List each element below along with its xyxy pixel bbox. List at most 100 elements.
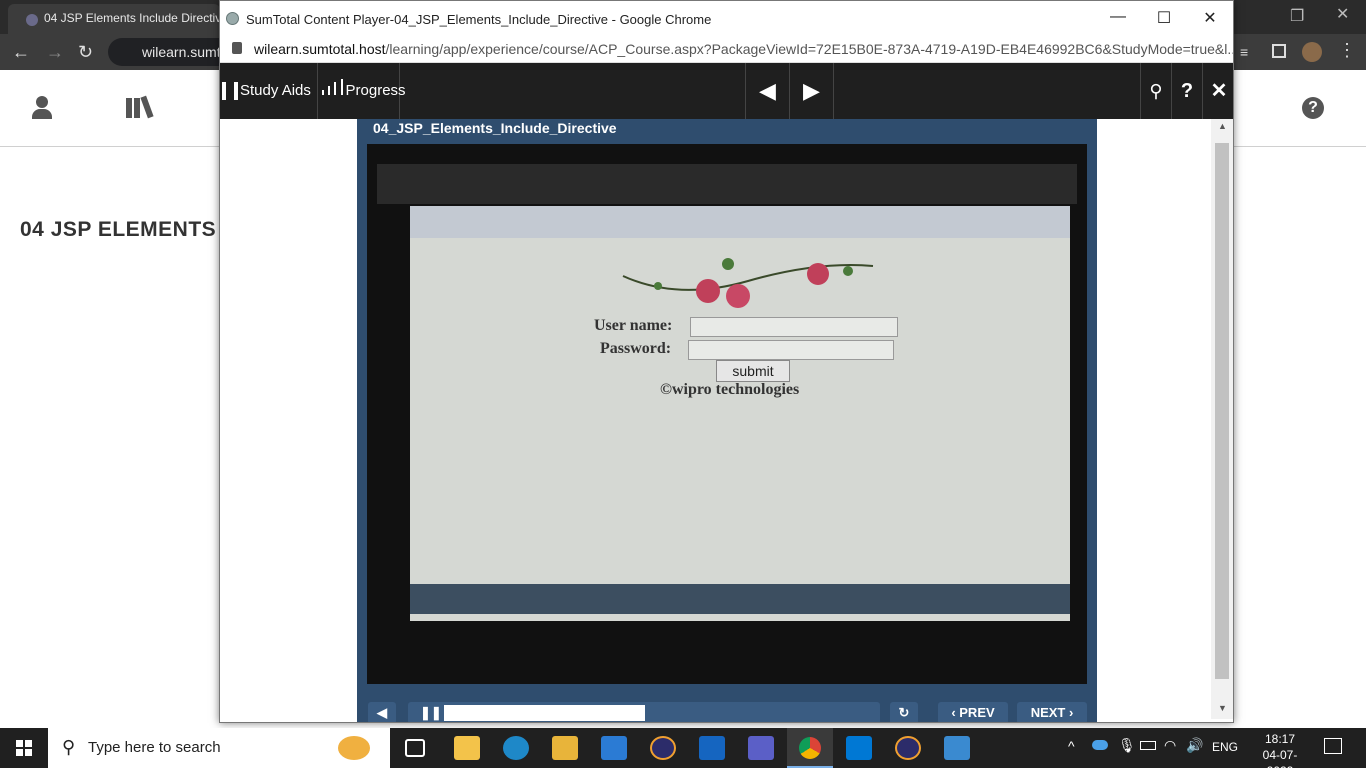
file-explorer-icon[interactable]	[552, 736, 578, 760]
close-icon: ✕	[1210, 80, 1228, 102]
system-clock[interactable]: 18:17 04-07-2022	[1254, 731, 1306, 779]
taskbar-search-placeholder: Type here to search	[88, 739, 221, 756]
clock-date: 04-07-2022	[1262, 748, 1298, 778]
sumtotal-favicon-icon	[226, 12, 239, 25]
onedrive-icon[interactable]	[1092, 740, 1108, 750]
search-highlight-icon	[338, 736, 370, 760]
pause-icon: ❚❚	[420, 705, 442, 720]
next-button[interactable]: NEXT ›	[1017, 702, 1087, 722]
content-player-window: SumTotal Content Player-04_JSP_Elements_…	[219, 0, 1234, 723]
menu-kebab-icon[interactable]: ⋮	[1338, 40, 1356, 61]
help-button[interactable]: ?	[1172, 63, 1203, 119]
study-aids-icon	[222, 82, 238, 101]
scroll-up-icon[interactable]: ▲	[1218, 121, 1227, 131]
reading-list-icon[interactable]: ≡	[1240, 44, 1248, 60]
edge-browser-icon[interactable]	[503, 736, 529, 760]
help-icon[interactable]: ?	[1302, 97, 1324, 119]
prev-button[interactable]: ‹ PREV	[938, 702, 1008, 722]
restore-icon[interactable]: ❐	[1290, 6, 1304, 26]
progress-label: Progress	[345, 82, 406, 99]
recorded-username-label: User name:	[594, 317, 673, 334]
search-button[interactable]: ⚲	[1140, 63, 1172, 119]
popup-address-bar[interactable]: wilearn.sumtotal.host/learning/app/exper…	[220, 35, 1234, 63]
seek-bar[interactable]: ❚❚	[408, 702, 880, 722]
triangle-left-icon: ◀	[759, 78, 776, 103]
clock-time: 18:17	[1264, 732, 1296, 746]
mail-icon[interactable]	[601, 736, 627, 760]
question-icon: ?	[1180, 80, 1194, 102]
maximize-icon[interactable]: ☐	[1154, 8, 1174, 28]
video-title: 04_JSP_Elements_Include_Directive	[373, 120, 617, 136]
vscode-icon[interactable]	[846, 736, 872, 760]
notifications-icon[interactable]	[1324, 738, 1342, 754]
eclipse-icon-2[interactable]	[895, 736, 921, 760]
close-icon[interactable]: ✕	[1336, 4, 1349, 24]
speaker-icon: ◀	[377, 705, 387, 720]
eclipse-icon[interactable]	[650, 736, 676, 760]
page-title: 04 JSP ELEMENTS II	[20, 218, 236, 241]
study-aids-button[interactable]: Study Aids	[220, 63, 318, 119]
reload-icon[interactable]: ↻	[78, 42, 93, 63]
recorded-username-field	[690, 317, 898, 337]
previous-arrow-button[interactable]: ◀	[745, 63, 790, 119]
scrollbar-thumb[interactable]	[1215, 143, 1229, 679]
url-path: /learning/app/experience/course/ACP_Cour…	[385, 41, 1234, 57]
windows-start-icon[interactable]	[16, 740, 32, 756]
popup-window-title: SumTotal Content Player-04_JSP_Elements_…	[246, 12, 712, 27]
player-toolbar: Study Aids Progress ◀ ▶ ⚲ ? ✕	[220, 63, 1233, 119]
forward-arrow-icon[interactable]: →	[46, 42, 64, 63]
progress-button[interactable]: Progress	[318, 63, 406, 119]
recorded-monitor: User name: Password: submit ©wipro techn…	[410, 206, 1070, 621]
floral-decoration-image	[622, 258, 874, 308]
recorded-browser-bar	[410, 206, 1070, 238]
outlook-icon[interactable]	[699, 736, 725, 760]
taskbar-search-box[interactable]: ⚲ Type here to search	[48, 728, 390, 768]
close-player-button[interactable]: ✕	[1203, 63, 1233, 119]
popup-titlebar: SumTotal Content Player-04_JSP_Elements_…	[220, 1, 1233, 35]
battery-icon[interactable]	[1140, 741, 1156, 750]
task-view-icon[interactable]	[405, 739, 425, 757]
recorded-copyright-text: ©wipro technologies	[660, 381, 800, 398]
background-window-controls[interactable]: ❐ ✕	[1240, 0, 1366, 34]
chrome-taskbar-button[interactable]	[787, 728, 833, 768]
video-dark-bezel	[377, 164, 1077, 204]
scroll-down-icon[interactable]: ▼	[1218, 703, 1227, 713]
recorded-taskbar	[410, 584, 1070, 614]
replay-button[interactable]: ↻	[890, 702, 918, 722]
volume-icon[interactable]: 🔊	[1186, 737, 1203, 754]
next-label: NEXT	[1030, 705, 1066, 720]
teams-icon[interactable]	[748, 736, 774, 760]
microsoft-store-icon[interactable]	[454, 736, 480, 760]
wifi-icon[interactable]: ◠	[1164, 737, 1176, 754]
photos-icon[interactable]	[944, 736, 970, 760]
lock-icon	[232, 42, 242, 54]
microphone-icon[interactable]: 🎙	[1118, 737, 1136, 754]
video-viewport[interactable]: User name: Password: submit ©wipro techn…	[367, 144, 1087, 684]
library-books-icon[interactable]	[126, 95, 158, 120]
recorded-password-label: Password:	[600, 340, 672, 357]
tab-favicon-icon	[26, 14, 38, 26]
language-indicator[interactable]: ENG	[1212, 740, 1238, 754]
seek-bar-played	[444, 705, 645, 721]
background-browser-tab[interactable]: 04 JSP Elements Include Directive	[8, 4, 220, 34]
background-tab-title: 04 JSP Elements Include Directive	[44, 11, 220, 25]
progress-bars-icon	[322, 63, 343, 119]
minimize-icon[interactable]: —	[1108, 8, 1128, 26]
profile-avatar[interactable]	[1302, 42, 1322, 62]
next-arrow-button[interactable]: ▶	[790, 63, 834, 119]
side-panel-icon[interactable]	[1272, 44, 1286, 58]
close-icon[interactable]: ✕	[1200, 8, 1220, 28]
chrome-icon	[799, 737, 821, 759]
study-aids-label: Study Aids	[240, 82, 311, 99]
user-icon[interactable]	[32, 96, 52, 120]
search-icon: ⚲	[1149, 81, 1163, 101]
omnibox-text: wilearn.sumt	[142, 44, 221, 60]
chevron-up-icon[interactable]: ^	[1068, 738, 1075, 754]
recorded-submit-button: submit	[716, 360, 790, 382]
prev-label: PREV	[959, 705, 995, 720]
triangle-right-icon: ▶	[803, 78, 820, 103]
back-arrow-icon[interactable]: ←	[12, 42, 30, 63]
volume-button[interactable]: ◀	[368, 702, 396, 722]
recorded-password-field	[688, 340, 894, 360]
search-icon: ⚲	[62, 737, 76, 757]
